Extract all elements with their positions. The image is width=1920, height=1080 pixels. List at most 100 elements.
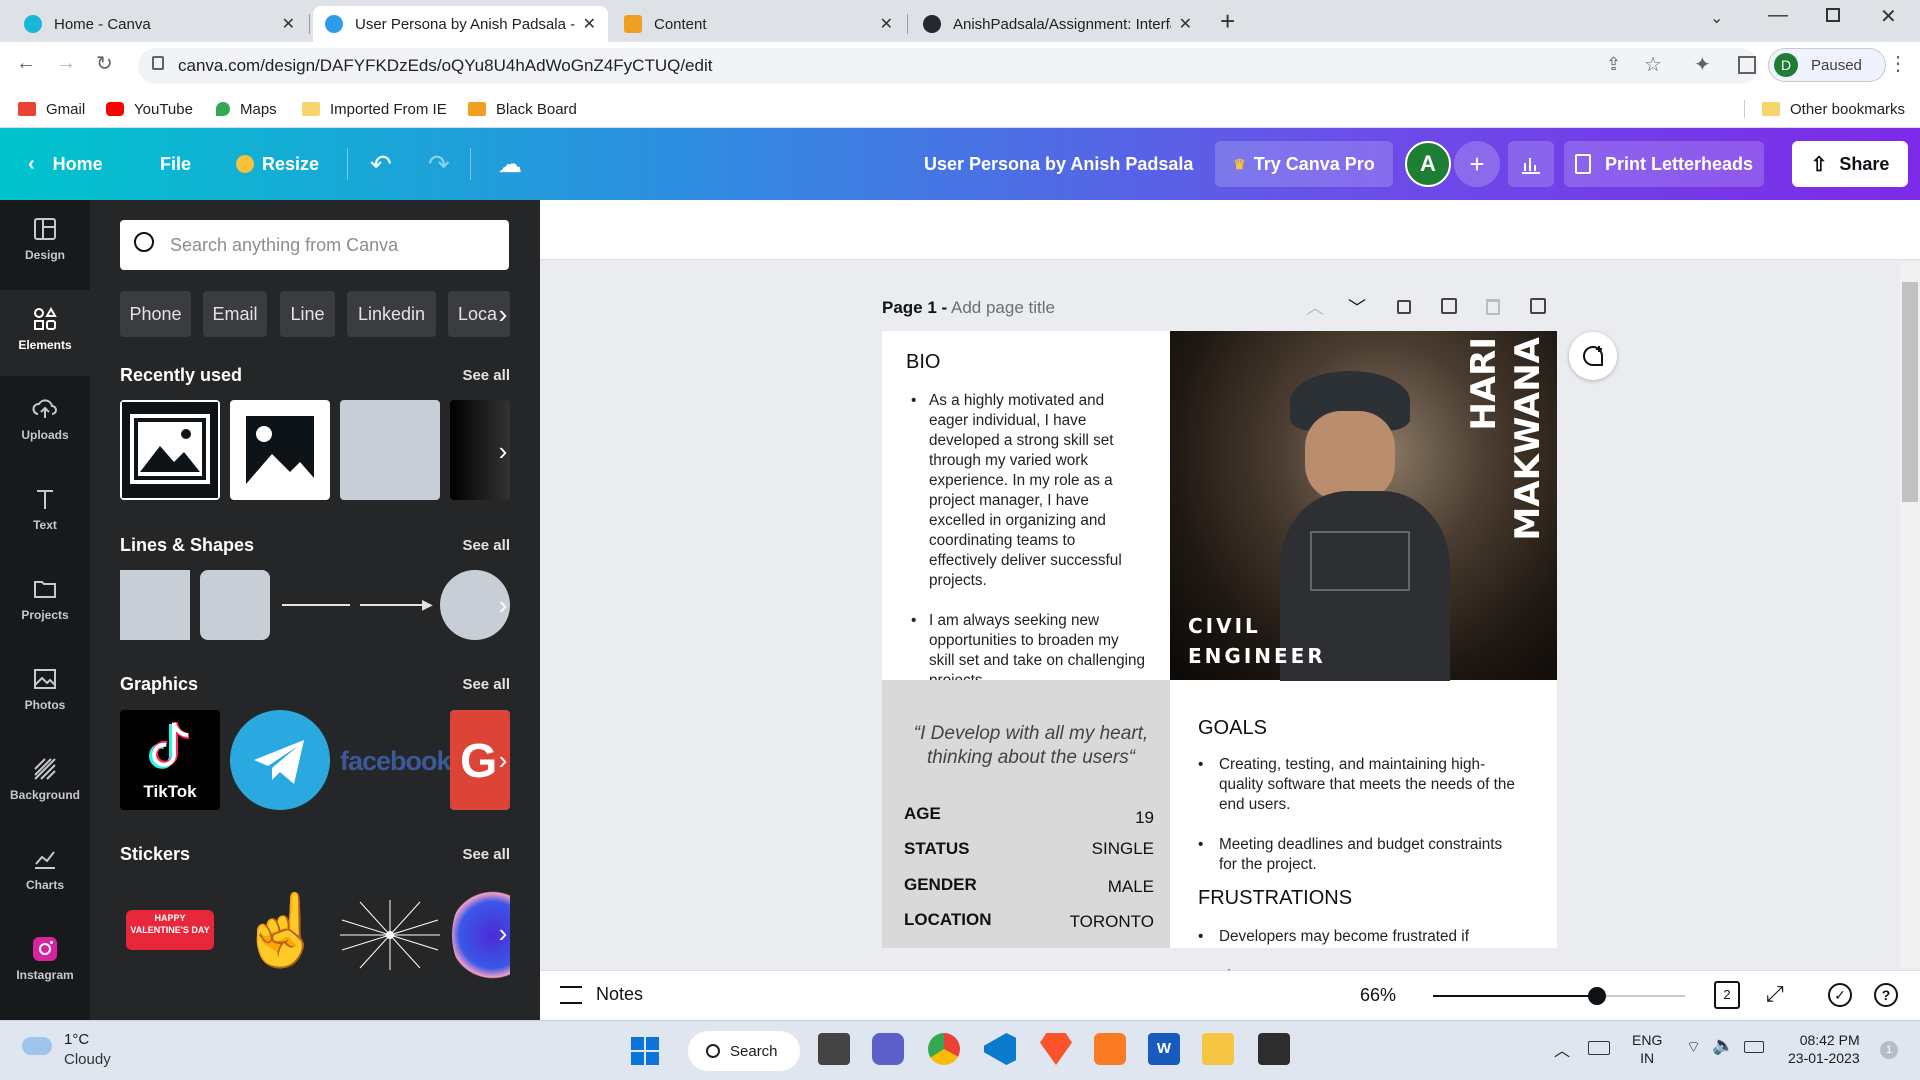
recently-used-see-all[interactable]: See all	[462, 367, 510, 384]
design-page[interactable]: BIO As a highly motivated and eager indi…	[882, 331, 1557, 948]
recent-next-icon[interactable]: ›	[483, 431, 523, 471]
insights-chart-icon[interactable]	[1508, 141, 1554, 187]
task-view-icon[interactable]	[818, 1033, 850, 1065]
element-search-input[interactable]: Search anything from Canva	[120, 220, 509, 270]
page-count[interactable]: 2	[1714, 981, 1740, 1009]
page-down-icon[interactable]: ﹀	[1348, 294, 1366, 320]
vertical-scrollbar[interactable]	[1900, 262, 1920, 968]
duplicate-page-icon[interactable]	[1441, 298, 1457, 314]
line-shape[interactable]	[282, 604, 350, 606]
close-window-icon[interactable]: ✕	[1880, 4, 1897, 29]
battery-icon[interactable]	[1744, 1041, 1764, 1053]
close-tab-icon[interactable]: ✕	[1179, 14, 1192, 34]
close-tab-icon[interactable]: ✕	[880, 14, 893, 34]
brave-icon[interactable]	[1040, 1033, 1072, 1065]
check-icon[interactable]: ✓	[1828, 983, 1852, 1007]
maximize-icon[interactable]	[1826, 8, 1840, 22]
file-menu[interactable]: File	[160, 128, 191, 200]
taskbar-search[interactable]: Search	[688, 1031, 800, 1071]
bio-heading[interactable]: BIO	[906, 351, 940, 374]
chip-line[interactable]: Line	[280, 291, 335, 337]
tab-content[interactable]: Content ✕	[612, 6, 905, 42]
zoom-value[interactable]: 66%	[1360, 985, 1396, 1006]
home-button[interactable]: ‹ Home	[28, 128, 103, 200]
volume-icon[interactable]: 🔈	[1712, 1035, 1734, 1056]
page-up-icon[interactable]: ︿	[1306, 294, 1324, 320]
scroll-thumb[interactable]	[1902, 282, 1918, 502]
sidepanel-icon[interactable]	[1738, 56, 1756, 74]
profile-button[interactable]: D Paused	[1768, 48, 1886, 82]
pointing-hand-sticker[interactable]: ☝	[238, 890, 325, 970]
share-page-icon[interactable]: ⇪	[1606, 54, 1621, 75]
weather-desc[interactable]: Cloudy	[64, 1051, 111, 1068]
graphics-next-icon[interactable]: ›	[483, 740, 523, 780]
clock[interactable]: 08:42 PM 23-01-2023	[1788, 1031, 1860, 1067]
help-icon[interactable]: ?	[1874, 983, 1898, 1007]
goals-list[interactable]: Creating, testing, and maintaining high-…	[1198, 755, 1518, 875]
zoom-slider[interactable]	[1433, 987, 1685, 1005]
document-title[interactable]: User Persona by Anish Padsala	[924, 128, 1193, 200]
chips-next-icon[interactable]: ›	[483, 294, 523, 334]
rail-charts[interactable]: Charts	[0, 830, 90, 916]
print-letterheads-button[interactable]: Print Letterheads	[1564, 141, 1764, 187]
stickers-see-all[interactable]: See all	[462, 846, 510, 863]
bookmark-other[interactable]: Other bookmarks	[1762, 90, 1905, 128]
tab-search-chevron-icon[interactable]: ⌄	[1710, 8, 1723, 28]
notification-badge[interactable]: 1	[1880, 1041, 1898, 1059]
add-comment-button[interactable]	[1569, 332, 1617, 380]
lines-shapes-see-all[interactable]: See all	[462, 537, 510, 554]
try-canva-pro-button[interactable]: ♛ Try Canva Pro	[1215, 141, 1393, 187]
redo-icon[interactable]: ↷	[428, 128, 450, 200]
rail-photos[interactable]: Photos	[0, 650, 90, 736]
language-indicator[interactable]: ENG IN	[1632, 1031, 1662, 1067]
bookmark-imported[interactable]: Imported From IE	[302, 90, 447, 128]
recent-image-placeholder[interactable]	[230, 400, 330, 500]
frustrations-list[interactable]: Developers may become frustrated if	[1198, 927, 1518, 947]
arrow-line-shape[interactable]	[360, 604, 428, 606]
new-tab-icon[interactable]: +	[1220, 6, 1235, 37]
frustrations-heading[interactable]: FRUSTRATIONS	[1198, 887, 1352, 910]
bookmark-maps[interactable]: Maps	[216, 90, 277, 128]
rail-design[interactable]: Design	[0, 200, 90, 286]
fullscreen-icon[interactable]: ⤢	[1766, 981, 1784, 1007]
close-tab-icon[interactable]: ✕	[282, 14, 295, 34]
rail-elements[interactable]: Elements	[0, 290, 90, 376]
graphics-see-all[interactable]: See all	[462, 676, 510, 693]
notes-button[interactable]: Notes	[560, 984, 643, 1005]
starburst-sticker[interactable]	[340, 900, 440, 970]
extensions-icon[interactable]: ✦	[1694, 52, 1711, 77]
keyboard-icon[interactable]	[1588, 1041, 1610, 1055]
back-icon[interactable]: ←	[16, 52, 36, 75]
tab-user-persona[interactable]: User Persona by Anish Padsala - Canva ✕	[313, 6, 608, 42]
lock-page-icon[interactable]	[1397, 300, 1411, 314]
stickers-next-icon[interactable]: ›	[483, 913, 523, 953]
undo-icon[interactable]: ↶	[370, 128, 392, 200]
goals-heading[interactable]: GOALS	[1198, 717, 1267, 740]
xampp-icon[interactable]	[1094, 1033, 1126, 1065]
file-explorer-icon[interactable]	[1202, 1033, 1234, 1065]
rail-text[interactable]: Text	[0, 470, 90, 556]
share-button[interactable]: ⇧ Share	[1792, 141, 1908, 187]
teams-icon[interactable]	[872, 1033, 904, 1065]
rail-instagram[interactable]: Instagram	[0, 920, 90, 1006]
details-panel[interactable]: “I Develop with all my heart, thinking a…	[882, 680, 1170, 948]
square-shape[interactable]	[120, 570, 190, 640]
delete-page-icon[interactable]	[1486, 299, 1500, 315]
recent-grey-square[interactable]	[340, 400, 440, 500]
chip-phone[interactable]: Phone	[120, 291, 191, 337]
rail-projects[interactable]: Projects	[0, 560, 90, 646]
add-page-icon[interactable]	[1530, 298, 1546, 314]
page-title-input[interactable]: Add page title	[951, 298, 1055, 317]
add-collaborator-icon[interactable]: +	[1454, 141, 1500, 187]
terminal-icon[interactable]	[1258, 1033, 1290, 1065]
tab-home-canva[interactable]: Home - Canva ✕	[12, 6, 307, 42]
bookmark-youtube[interactable]: YouTube	[106, 90, 193, 128]
bio-list[interactable]: As a highly motivated and eager individu…	[911, 391, 1146, 691]
cloud-saved-icon[interactable]: ☁	[498, 128, 522, 200]
persona-photo[interactable]: CIVIL ENGINEER HARI MAKWANA	[1170, 331, 1557, 681]
chip-linkedin[interactable]: Linkedin	[347, 291, 436, 337]
address-bar[interactable]: canva.com/design/DAFYFKDzEds/oQYu8U4hAdW…	[138, 48, 1758, 84]
chip-email[interactable]: Email	[203, 291, 267, 337]
windows-start-icon[interactable]	[631, 1037, 659, 1065]
user-avatar[interactable]: A	[1405, 141, 1451, 187]
